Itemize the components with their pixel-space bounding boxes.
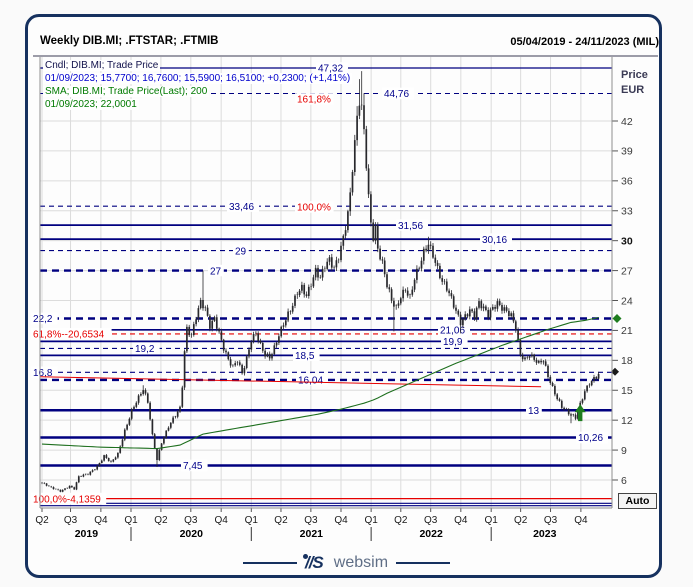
red-trendline	[40, 377, 541, 387]
svg-text:Q2: Q2	[274, 515, 288, 526]
svg-text:31,56: 31,56	[398, 221, 423, 232]
svg-text:42: 42	[621, 116, 633, 128]
svg-text:Q2: Q2	[514, 515, 528, 526]
watermark-right-rule	[396, 562, 450, 564]
svg-text:21,06: 21,06	[440, 326, 465, 337]
legend-sma-value: 01/09/2023; 22,0001	[43, 99, 139, 110]
svg-text:61,8%--20,6534: 61,8%--20,6534	[33, 330, 105, 341]
svg-text:7,45: 7,45	[183, 461, 203, 472]
svg-text:16,04: 16,04	[298, 376, 323, 387]
date-range-label: 05/04/2019 - 24/11/2023 (MIL)	[510, 36, 659, 48]
svg-text:Q3: Q3	[304, 515, 318, 526]
svg-text:19,2: 19,2	[135, 344, 155, 355]
y-axis-title-price: Price	[621, 68, 648, 83]
svg-text:33,46: 33,46	[229, 202, 254, 213]
svg-text:Q3: Q3	[64, 515, 78, 526]
legend-sma-series: SMA; DIB.MI; Trade Price(Last); 200	[43, 86, 209, 97]
svg-text:2022: 2022	[419, 528, 443, 540]
price-levels	[40, 68, 612, 506]
y-axis-title: Price EUR	[621, 68, 648, 98]
svg-text:Q1: Q1	[124, 515, 138, 526]
price-level-labels: 47,3244,7633,4631,5630,16292722,221,0661…	[31, 62, 608, 505]
svg-text:27: 27	[621, 265, 633, 277]
svg-text:Q4: Q4	[574, 515, 588, 526]
svg-text:Q2: Q2	[394, 515, 408, 526]
svg-text:2019: 2019	[75, 528, 99, 540]
svg-text:Q3: Q3	[184, 515, 198, 526]
svg-text:36: 36	[621, 176, 633, 188]
svg-text:39: 39	[621, 146, 633, 158]
svg-text:2023: 2023	[533, 528, 557, 540]
svg-text:30,16: 30,16	[482, 235, 507, 246]
legend-candle-series: Cndl; DIB.MI; Trade Price	[43, 60, 160, 71]
svg-text:100,0%-4,1359: 100,0%-4,1359	[33, 494, 101, 505]
svg-text:15: 15	[621, 385, 633, 397]
candles	[42, 71, 599, 492]
app-window: 47,3244,7633,4631,5630,16292722,221,0661…	[0, 0, 693, 587]
watermark-left-rule	[243, 562, 297, 564]
svg-text:9: 9	[621, 445, 627, 457]
svg-text:12: 12	[621, 415, 633, 427]
svg-text:Q1: Q1	[245, 515, 259, 526]
svg-text:Q4: Q4	[214, 515, 228, 526]
svg-text:29: 29	[235, 246, 247, 257]
svg-text:2021: 2021	[300, 528, 324, 540]
svg-text:Q4: Q4	[94, 515, 108, 526]
svg-text:13: 13	[528, 406, 540, 417]
svg-text:30: 30	[621, 235, 633, 247]
svg-text:18: 18	[621, 355, 633, 367]
auto-scale-button[interactable]: Auto	[618, 493, 657, 509]
svg-text:Q3: Q3	[424, 515, 438, 526]
page-title: Weekly DIB.MI; .FTSTAR; .FTMIB	[40, 35, 218, 47]
svg-text:27: 27	[210, 266, 222, 277]
svg-text:Q4: Q4	[334, 515, 348, 526]
svg-text:2020: 2020	[180, 528, 204, 540]
svg-text:Q2: Q2	[35, 515, 49, 526]
y-axis-title-eur: EUR	[621, 83, 648, 98]
x-axis: Q2 Q3 Q4 Q1 Q2 Q3 Q4 Q1 Q2 Q3 Q4 Q1 Q2 Q3 Q4 Q1 Q2 Q3 Q4 20…	[35, 508, 588, 541]
svg-text:6: 6	[621, 475, 627, 487]
watermark: //S websim	[0, 551, 693, 573]
svg-text:100,0%: 100,0%	[297, 203, 331, 214]
svg-text:Q3: Q3	[544, 515, 558, 526]
watermark-brand: websim	[334, 554, 388, 572]
svg-text:44,76: 44,76	[384, 89, 409, 100]
legend-candle-values: 01/09/2023; 15,7700; 16,7600; 15,5900; 1…	[43, 73, 352, 84]
svg-text:33: 33	[621, 206, 633, 218]
websim-logo-icon: //S	[305, 553, 323, 573]
plot-border	[33, 56, 658, 508]
svg-text:24: 24	[621, 295, 633, 307]
svg-text:Q1: Q1	[485, 515, 499, 526]
svg-text:21: 21	[621, 325, 633, 337]
svg-text:Q1: Q1	[364, 515, 378, 526]
svg-text:Q4: Q4	[454, 515, 468, 526]
svg-text:22,2: 22,2	[33, 314, 53, 325]
svg-text:19,9: 19,9	[443, 337, 463, 348]
svg-text:10,26: 10,26	[578, 433, 603, 444]
svg-text:Q2: Q2	[154, 515, 168, 526]
svg-text:18,5: 18,5	[295, 351, 315, 362]
grid	[40, 57, 612, 508]
y-axis: 42 39 36 33 30 27 24 21 18 15 12 9 6	[612, 116, 633, 487]
svg-text:161,8%: 161,8%	[297, 95, 331, 106]
